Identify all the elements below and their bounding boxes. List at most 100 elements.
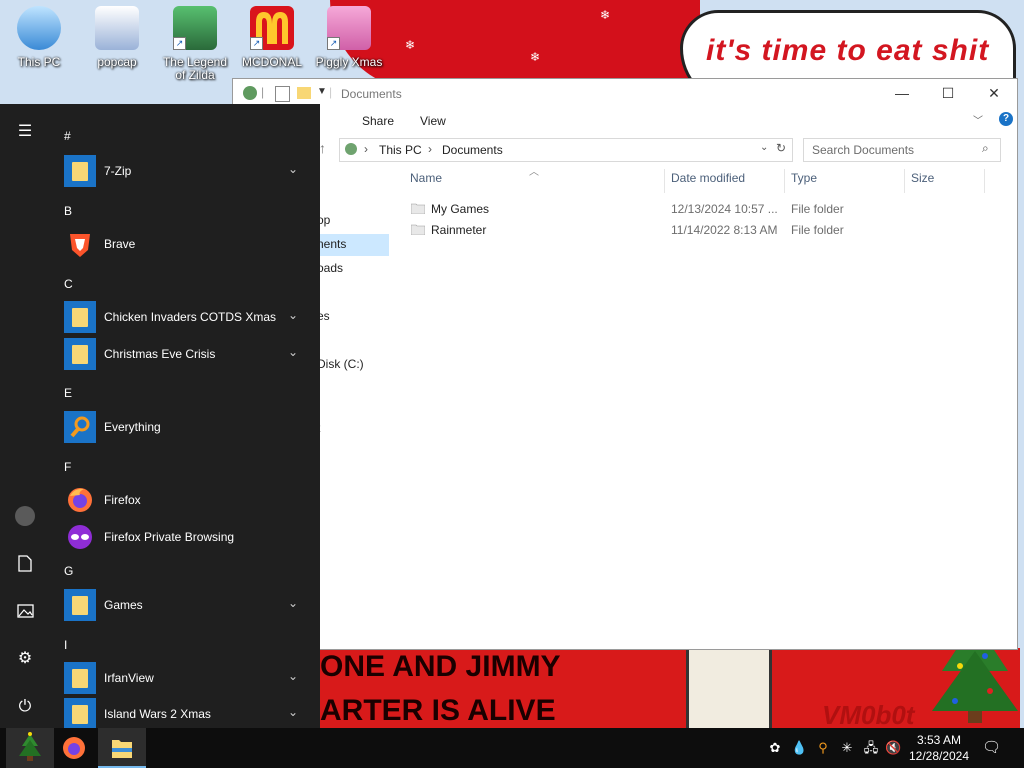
new-folder-icon[interactable] — [297, 87, 311, 99]
search-box[interactable]: Search Documents ⌕ — [803, 138, 1001, 162]
group-letter[interactable]: # — [64, 129, 71, 143]
address-bar[interactable]: › This PC › Documents ⌄ ↻ — [339, 138, 793, 162]
desktop-icon-this-pc[interactable]: This PC — [4, 4, 74, 69]
folder-icon — [410, 202, 426, 215]
tray-app-icon[interactable]: ✿ — [767, 740, 783, 756]
chevron-down-icon[interactable]: ⌄ — [288, 308, 298, 322]
toolbar-divider: | — [261, 85, 265, 99]
volume-muted-icon[interactable]: 🔇 — [885, 740, 901, 756]
desktop-icon-popcap[interactable]: popcap — [82, 4, 152, 69]
column-header-type[interactable]: Type — [791, 171, 817, 185]
chevron-down-icon[interactable]: ⌄ — [288, 345, 298, 359]
group-letter[interactable]: E — [64, 386, 72, 400]
user-icon[interactable] — [10, 501, 40, 531]
maximize-button[interactable]: ☐ — [925, 79, 971, 109]
minimize-button[interactable]: — — [879, 79, 925, 109]
group-letter[interactable]: F — [64, 460, 71, 474]
app-firefox[interactable]: Firefox — [64, 484, 314, 516]
column-header-name[interactable]: Name — [410, 171, 442, 185]
search-input[interactable]: Search Documents — [812, 143, 914, 157]
snowflake-tray-icon[interactable]: ✳ — [839, 740, 855, 756]
folder-icon — [64, 589, 96, 621]
santa-hat-art — [330, 0, 700, 90]
file-type: File folder — [791, 202, 844, 216]
search-icon[interactable]: ⌕ — [982, 141, 989, 156]
nav-item-documents[interactable]: nents — [317, 237, 346, 251]
chevron-down-icon[interactable]: ⌄ — [288, 669, 298, 683]
chevron-down-icon[interactable]: ⌄ — [288, 162, 298, 176]
title-bar[interactable]: | ▼ | Documents — ☐ ✕ — [233, 79, 1017, 109]
group-letter[interactable]: B — [64, 204, 72, 218]
chevron-down-icon[interactable]: ⌄ — [288, 705, 298, 719]
group-letter[interactable]: G — [64, 564, 73, 578]
nav-item-local-disk[interactable]: Disk (C:) — [317, 357, 364, 371]
file-type: File folder — [791, 223, 844, 237]
column-header-date[interactable]: Date modified — [671, 171, 745, 185]
close-button[interactable]: ✕ — [971, 79, 1017, 109]
nav-item-downloads[interactable]: oads — [317, 261, 343, 275]
desktop-icon-mcdonal[interactable]: ↗ MCDONAL — [237, 4, 307, 69]
column-separator[interactable] — [984, 169, 985, 193]
taskbar-firefox[interactable] — [50, 728, 98, 768]
start-button[interactable] — [6, 728, 54, 768]
desktop-icon-piggly-xmas[interactable]: ↗ Piggly Xmas — [314, 4, 384, 69]
refresh-icon[interactable]: ↻ — [776, 141, 786, 155]
breadcrumb-this-pc[interactable]: This PC — [379, 143, 422, 157]
column-separator[interactable] — [664, 169, 665, 193]
desktop-icon-label: MCDONAL — [241, 55, 302, 69]
file-row[interactable]: My Games 12/13/2024 10:57 ... File folde… — [405, 199, 1005, 219]
clock-date: 12/28/2024 — [908, 749, 970, 763]
hamburger-icon[interactable]: ☰ — [10, 117, 40, 147]
breadcrumb-chevron-icon[interactable]: › — [364, 142, 368, 156]
folder-icon — [64, 155, 96, 187]
system-clock[interactable]: 3:53 AM 12/28/2024 — [904, 732, 974, 764]
file-date: 12/13/2024 10:57 ... — [671, 202, 778, 216]
up-arrow-icon[interactable]: ↑ — [319, 140, 326, 156]
app-label: Island Wars 2 Xmas — [104, 707, 211, 721]
everything-tray-icon[interactable]: ⚲ — [815, 740, 831, 756]
brave-icon — [64, 228, 96, 260]
desktop-icon-label: The Legend of Zilda — [162, 55, 228, 82]
app-irfanview[interactable]: IrfanView ⌄ — [64, 662, 314, 694]
file-explorer-window[interactable]: | ▼ | Documents — ☐ ✕ Share View ﹀ ? ↑ ›… — [232, 78, 1018, 650]
column-separator[interactable] — [784, 169, 785, 193]
column-separator[interactable] — [904, 169, 905, 193]
desktop-icon-legend-of-zilda[interactable]: ↗ The Legend of Zilda — [160, 4, 230, 82]
chevron-down-icon[interactable]: ⌄ — [288, 596, 298, 610]
group-letter[interactable]: C — [64, 277, 73, 291]
app-firefox-private[interactable]: Firefox Private Browsing — [64, 521, 314, 553]
start-menu[interactable]: ☰ ⚙ ⏻ # 7-Zip ⌄ B Brave C Chicken Invade… — [0, 104, 320, 730]
app-chicken-invaders[interactable]: Chicken Invaders COTDS Xmas ⌄ — [64, 301, 314, 333]
documents-icon[interactable] — [10, 549, 40, 579]
power-icon[interactable]: ⏻ — [10, 692, 40, 722]
properties-icon[interactable] — [275, 86, 290, 102]
quick-access-icon[interactable] — [243, 86, 257, 100]
banner-text-line-2: ARTER IS ALIVE — [320, 694, 556, 727]
settings-icon[interactable]: ⚙ — [10, 644, 40, 674]
app-everything[interactable]: Everything — [64, 411, 314, 443]
popcap-icon — [95, 6, 139, 50]
customize-toolbar-icon[interactable]: ▼ — [317, 86, 327, 97]
droplet-icon[interactable]: 💧 — [791, 740, 807, 756]
pictures-icon[interactable] — [10, 596, 40, 626]
breadcrumb-documents[interactable]: Documents — [442, 143, 503, 157]
address-dropdown-icon[interactable]: ⌄ — [760, 142, 768, 153]
snowflake-icon: ❄ — [530, 50, 541, 64]
tab-view[interactable]: View — [420, 114, 446, 128]
snowflake-icon: ❄ — [600, 8, 611, 22]
app-games[interactable]: Games ⌄ — [64, 589, 314, 621]
file-row[interactable]: Rainmeter 11/14/2022 8:13 AM File folder — [405, 220, 1005, 240]
column-header-size[interactable]: Size — [911, 171, 934, 185]
app-island-wars[interactable]: Island Wars 2 Xmas ⌄ — [64, 698, 314, 730]
network-icon[interactable]: 🖧 — [863, 740, 879, 756]
breadcrumb-chevron-icon[interactable]: › — [428, 142, 432, 156]
notification-center-icon[interactable]: 🗨 — [982, 740, 1001, 756]
tab-share[interactable]: Share — [362, 114, 394, 128]
app-christmas-eve-crisis[interactable]: Christmas Eve Crisis ⌄ — [64, 338, 314, 370]
taskbar-file-explorer[interactable] — [98, 728, 146, 768]
app-7zip[interactable]: 7-Zip ⌄ — [64, 155, 314, 187]
expand-ribbon-icon[interactable]: ﹀ — [973, 112, 983, 127]
help-icon[interactable]: ? — [999, 112, 1013, 126]
app-brave[interactable]: Brave — [64, 228, 314, 260]
group-letter[interactable]: I — [64, 638, 67, 652]
